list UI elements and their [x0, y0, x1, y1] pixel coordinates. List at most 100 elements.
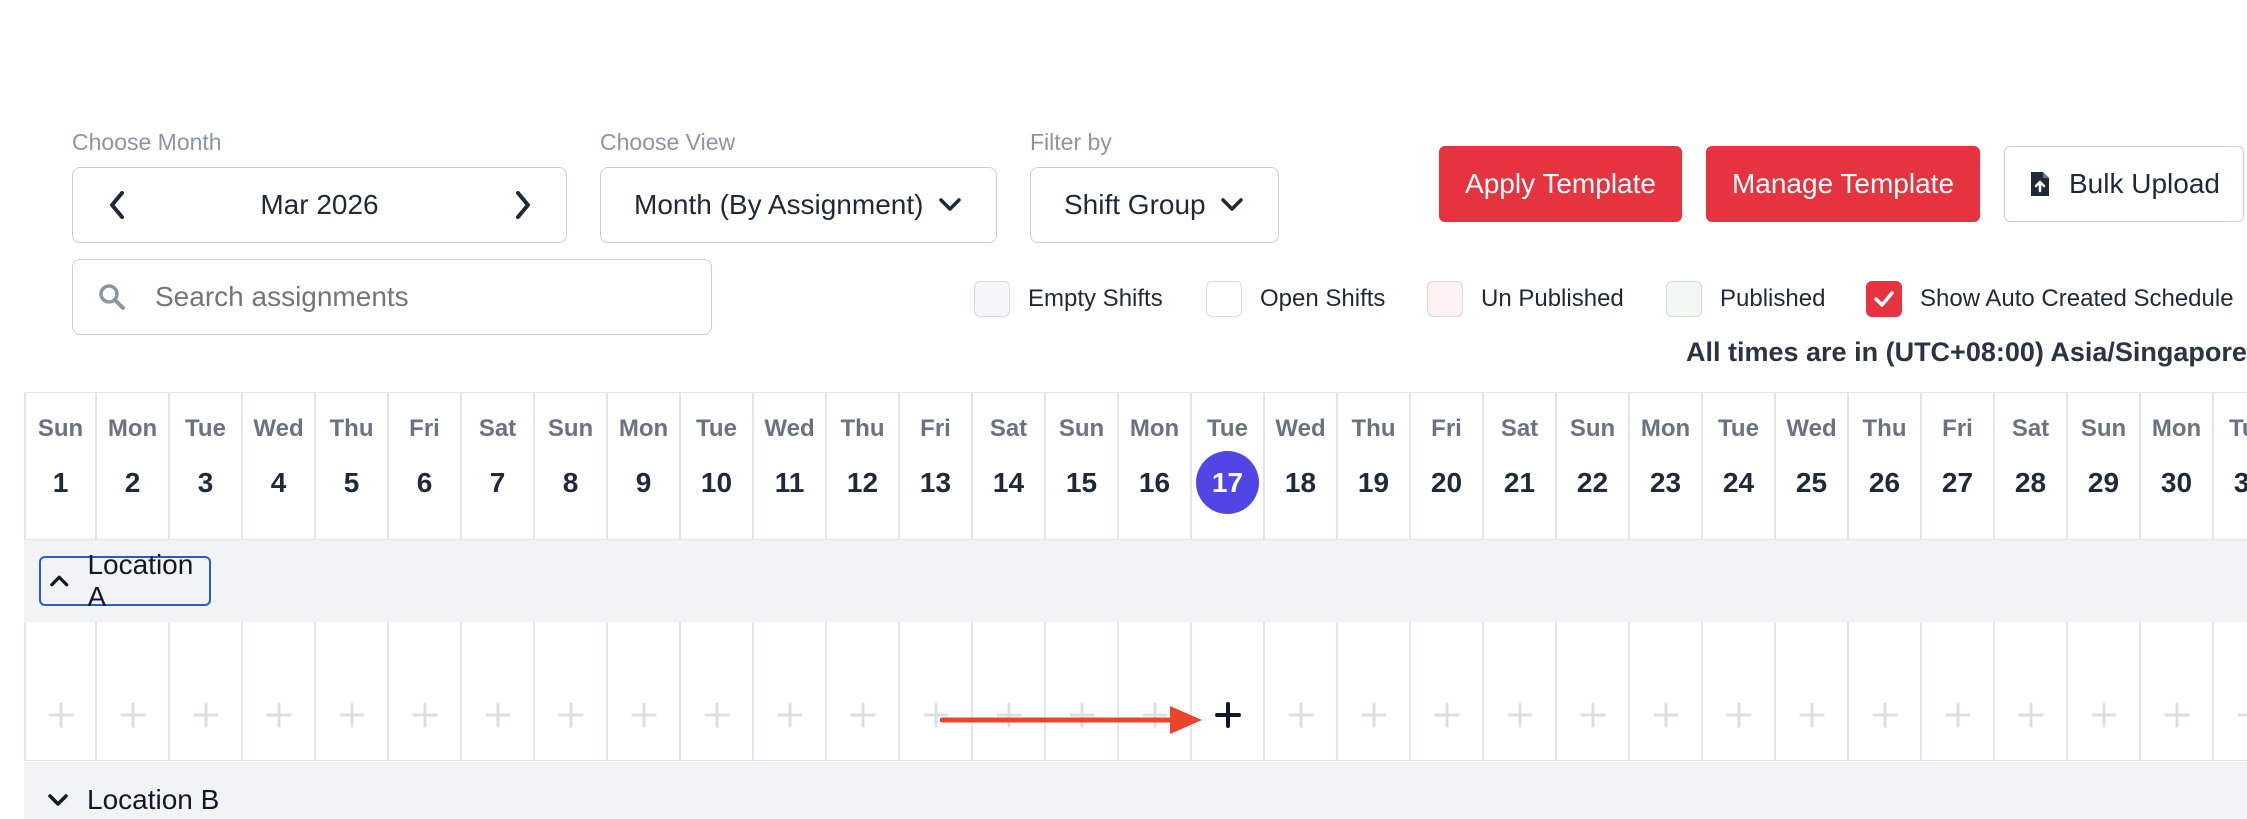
day-of-week: Tue — [696, 415, 737, 442]
day-number: 26 — [1868, 467, 1901, 498]
location-a-label: Location A — [87, 549, 194, 612]
day-column-header: Tue 24 — [1703, 393, 1776, 539]
shift-cell[interactable] — [1484, 622, 1557, 760]
add-shift-icon[interactable] — [702, 700, 732, 730]
add-shift-icon[interactable] — [46, 700, 76, 730]
shift-cell[interactable] — [1703, 622, 1776, 760]
shift-cell[interactable] — [1411, 622, 1484, 760]
add-shift-icon[interactable] — [118, 700, 148, 730]
shift-cell[interactable] — [827, 622, 900, 760]
shift-cell[interactable] — [608, 622, 681, 760]
shift-cell[interactable] — [2214, 622, 2247, 760]
day-number: 7 — [489, 467, 506, 498]
day-column-header: Sun 8 — [535, 393, 608, 539]
add-shift-icon[interactable] — [2089, 700, 2119, 730]
day-number: 2 — [124, 467, 141, 498]
view-select[interactable]: Month (By Assignment) — [600, 167, 997, 243]
show-auto-created-checkbox[interactable]: Show Auto Created Schedule — [1866, 278, 2234, 320]
view-select-value: Month (By Assignment) — [634, 189, 924, 220]
search-input[interactable] — [153, 274, 687, 320]
day-column-header: Wed 25 — [1776, 393, 1849, 539]
bulk-upload-button[interactable]: Bulk Upload — [2004, 146, 2244, 222]
shift-cell[interactable] — [316, 622, 389, 760]
add-shift-icon[interactable] — [2016, 700, 2046, 730]
add-shift-icon[interactable] — [1870, 700, 1900, 730]
add-shift-icon[interactable] — [1359, 700, 1389, 730]
add-shift-icon[interactable] — [191, 700, 221, 730]
location-b-toggle[interactable]: Location B — [39, 784, 219, 816]
day-of-week: Thu — [329, 415, 374, 442]
shift-cell[interactable] — [535, 622, 608, 760]
add-shift-icon[interactable] — [1578, 700, 1608, 730]
add-shift-icon[interactable] — [556, 700, 586, 730]
month-picker: Mar 2026 — [72, 167, 567, 243]
legend-un-published[interactable]: Un Published — [1427, 278, 1624, 320]
add-shift-icon[interactable] — [1505, 700, 1535, 730]
day-of-week: Fri — [409, 415, 440, 442]
manage-template-button[interactable]: Manage Template — [1706, 146, 1980, 222]
calendar-day-header: Sun 1 Mon 2 Tue 3 Wed 4 Thu 5 Fri 6 Sat 7 Sun 8 Mon 9 Tue 1… — [24, 392, 2247, 540]
shift-cell[interactable] — [1995, 622, 2068, 760]
add-shift-icon[interactable] — [1797, 700, 1827, 730]
shift-cell[interactable] — [243, 622, 316, 760]
add-shift-icon[interactable] — [848, 700, 878, 730]
chevron-right-icon — [516, 191, 530, 219]
shift-cell[interactable] — [97, 622, 170, 760]
add-shift-icon[interactable] — [483, 700, 513, 730]
day-number: 3 — [197, 467, 214, 498]
filter-select[interactable]: Shift Group — [1030, 167, 1279, 243]
add-shift-icon[interactable] — [410, 700, 440, 730]
legend-swatch — [1427, 281, 1463, 317]
legend-open-shifts[interactable]: Open Shifts — [1206, 278, 1385, 320]
add-shift-icon[interactable] — [1651, 700, 1681, 730]
apply-template-button[interactable]: Apply Template — [1439, 146, 1682, 222]
add-shift-icon[interactable] — [1943, 700, 1973, 730]
add-shift-icon[interactable] — [1432, 700, 1462, 730]
shift-cell[interactable] — [2068, 622, 2141, 760]
shift-cell[interactable] — [462, 622, 535, 760]
shift-cell[interactable] — [1557, 622, 1630, 760]
day-column-header: Sat 7 — [462, 393, 535, 539]
add-shift-icon[interactable] — [1213, 700, 1243, 730]
annotation-arrow — [940, 706, 1202, 734]
next-month-button[interactable] — [513, 190, 533, 225]
day-number: 13 — [919, 467, 952, 498]
day-of-week: Mon — [107, 415, 158, 442]
day-number: 30 — [2160, 467, 2193, 498]
day-column-header: Sat 14 — [973, 393, 1046, 539]
filter-by-label: Filter by — [1030, 129, 1112, 155]
add-shift-icon[interactable] — [1724, 700, 1754, 730]
add-shift-icon[interactable] — [264, 700, 294, 730]
shift-cell[interactable] — [681, 622, 754, 760]
shift-cell[interactable] — [754, 622, 827, 760]
day-of-week: Tue — [2229, 415, 2247, 442]
shift-cell[interactable] — [389, 622, 462, 760]
shift-cell[interactable] — [1338, 622, 1411, 760]
add-shift-icon[interactable] — [775, 700, 805, 730]
shift-cell[interactable] — [2141, 622, 2214, 760]
legend-empty-shifts[interactable]: Empty Shifts — [974, 278, 1163, 320]
add-shift-icon[interactable] — [2162, 700, 2192, 730]
day-column-header: Tue 17 — [1192, 393, 1265, 539]
shift-cell[interactable] — [1776, 622, 1849, 760]
day-of-week: Fri — [1942, 415, 1973, 442]
shift-cell[interactable] — [1849, 622, 1922, 760]
location-a-toggle[interactable]: Location A — [39, 549, 211, 612]
shift-cell[interactable] — [1265, 622, 1338, 760]
group-row-location-a — [24, 540, 2247, 622]
add-shift-icon[interactable] — [1286, 700, 1316, 730]
day-number: 12 — [846, 467, 879, 498]
shift-cell[interactable] — [1630, 622, 1703, 760]
day-number: 23 — [1649, 467, 1682, 498]
legend-published[interactable]: Published — [1666, 278, 1825, 320]
shift-cell[interactable] — [1922, 622, 1995, 760]
day-column-header: Mon 23 — [1630, 393, 1703, 539]
shift-cell[interactable] — [170, 622, 243, 760]
legend-label: Show Auto Created Schedule — [1920, 285, 2234, 312]
shift-cell[interactable] — [24, 622, 97, 760]
day-of-week: Tue — [1207, 415, 1248, 442]
add-shift-icon[interactable] — [337, 700, 367, 730]
add-shift-icon[interactable] — [629, 700, 659, 730]
add-shift-icon[interactable] — [2235, 700, 2247, 730]
chevron-down-icon — [939, 198, 961, 211]
